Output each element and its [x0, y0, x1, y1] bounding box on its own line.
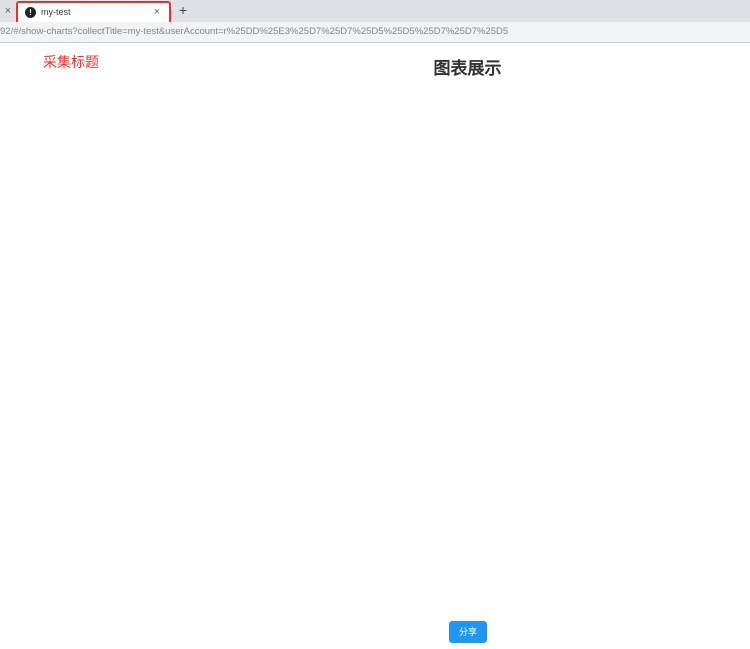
page-content: 采集标题 图表展示 分享: [0, 44, 750, 649]
url-text[interactable]: 92/#/show-charts?collectTitle=my-test&us…: [0, 26, 508, 38]
address-bar[interactable]: 92/#/show-charts?collectTitle=my-test&us…: [0, 22, 750, 43]
previous-tab-close-icon[interactable]: ×: [3, 4, 13, 18]
chart-area: [20, 90, 730, 610]
tab-favicon-icon: !: [25, 7, 36, 18]
tab-title: my-test: [41, 7, 71, 17]
share-button[interactable]: 分享: [449, 621, 487, 643]
tab-strip: × ! my-test × +: [0, 0, 750, 25]
new-tab-plus-icon[interactable]: +: [176, 2, 190, 18]
tab-close-icon[interactable]: ×: [151, 5, 163, 19]
page-title: 图表展示: [433, 59, 502, 78]
collect-title: 采集标题: [43, 54, 99, 70]
